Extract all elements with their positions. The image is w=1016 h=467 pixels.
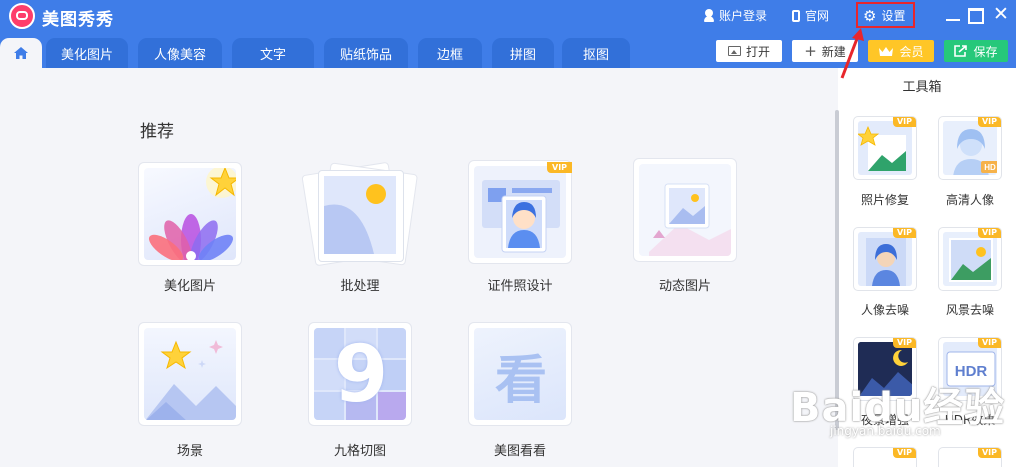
tab-border[interactable]: 边框 (418, 38, 482, 68)
tool-label: 人像去噪 (860, 303, 909, 317)
open-label: 打开 (745, 44, 770, 59)
tab-stickers[interactable]: 贴纸饰品 (324, 38, 408, 68)
open-button[interactable]: 打开 (716, 40, 782, 62)
vip-badge: VIP (892, 338, 916, 348)
portrait-denoise-icon (866, 238, 906, 286)
tool-photo-repair[interactable]: VIP (853, 116, 917, 180)
watermark-url: jingyan.baidu.com (830, 424, 941, 438)
vip-badge: VIP (547, 162, 573, 173)
scene-icon (145, 340, 236, 420)
card-label: 动态图片 (658, 279, 711, 294)
phone-icon (792, 9, 800, 22)
tab-home[interactable] (0, 38, 42, 68)
card-batch[interactable] (301, 161, 418, 267)
vip-badge: VIP (892, 448, 916, 458)
tab-label: 人像美容 (153, 47, 206, 63)
tool-hd-portrait[interactable]: HD VIP (938, 116, 1002, 180)
vip-badge: VIP (892, 228, 916, 238)
tab-label: 抠图 (582, 47, 609, 63)
card-label: 九格切图 (333, 444, 386, 459)
vip-badge: VIP (977, 228, 1001, 238)
animated-image-icon (649, 183, 731, 256)
viewer-glyph: 看 (494, 350, 547, 411)
card-viewer[interactable]: 看 (468, 322, 572, 426)
card-animated[interactable] (633, 158, 737, 262)
tab-portrait[interactable]: 人像美容 (138, 38, 222, 68)
tab-text[interactable]: 文字 (232, 38, 314, 68)
tool-label: 风景去噪 (945, 303, 994, 317)
photo-repair-icon (858, 125, 906, 171)
new-button[interactable]: + 新建 (792, 40, 858, 62)
card-scene[interactable] (138, 322, 242, 426)
plus-icon: + (804, 42, 817, 60)
card-nine-grid[interactable]: 9 (308, 322, 412, 426)
vip-button[interactable]: 会员 (868, 40, 934, 62)
settings-highlight-box (856, 2, 915, 28)
star-icon (209, 168, 236, 197)
new-label: 新建 (821, 44, 846, 59)
hd-portrait-icon: HD (953, 129, 997, 175)
home-icon (14, 47, 28, 59)
tool-label: 高清人像 (945, 193, 994, 207)
vip-badge: VIP (977, 117, 1001, 127)
tool-label: 照片修复 (860, 193, 909, 207)
account-login-label: 账户登录 (719, 9, 768, 23)
save-button[interactable]: 保存 (944, 40, 1008, 62)
landscape-denoise-icon (949, 238, 993, 282)
official-website-link[interactable]: 官网 (792, 7, 829, 24)
tool-landscape-denoise[interactable]: VIP (938, 227, 1002, 291)
hd-badge: HD (984, 163, 996, 172)
photo-stack-icon (324, 176, 396, 254)
vip-badge: VIP (977, 448, 1001, 458)
save-label: 保存 (973, 44, 998, 59)
tab-label: 美化图片 (60, 47, 113, 63)
toolbox-title: 工具箱 (902, 80, 942, 95)
tab-label: 拼图 (509, 47, 536, 63)
tab-label: 边框 (436, 47, 463, 63)
card-id-photo[interactable] (468, 160, 572, 264)
app-logo-icon (9, 3, 35, 29)
tab-cutout[interactable]: 抠图 (562, 38, 630, 68)
tool-portrait-denoise[interactable]: VIP (853, 227, 917, 291)
image-icon (727, 46, 741, 56)
card-label: 美化图片 (163, 279, 216, 294)
tab-label: 贴纸饰品 (339, 47, 392, 63)
vip-badge: VIP (892, 117, 916, 127)
crown-icon (879, 47, 894, 56)
close-icon[interactable]: ✕ (993, 4, 1009, 24)
vip-badge: VIP (977, 338, 1001, 348)
card-label: 场景 (176, 444, 203, 459)
account-login-link[interactable]: 账户登录 (704, 7, 767, 24)
vip-label: 会员 (899, 44, 924, 59)
app-name: 美图秀秀 (42, 10, 114, 30)
tab-label: 文字 (259, 47, 286, 63)
minimize-icon[interactable] (946, 8, 960, 22)
card-label: 批处理 (340, 279, 380, 294)
card-beautify[interactable] (138, 162, 242, 266)
tab-collage[interactable]: 拼图 (492, 38, 554, 68)
id-card-icon (482, 180, 560, 253)
official-website-label: 官网 (805, 9, 830, 23)
maximize-icon[interactable] (968, 8, 984, 24)
tab-beautify[interactable]: 美化图片 (46, 38, 128, 68)
user-icon (704, 9, 714, 22)
card-label: 美图看看 (493, 444, 546, 459)
nine-glyph: 9 (333, 330, 389, 420)
tool-next-2[interactable]: VIP (938, 447, 1002, 467)
card-label: 证件照设计 (487, 279, 553, 294)
export-icon (954, 45, 968, 57)
tool-next-1[interactable]: VIP (853, 447, 917, 467)
main-panel (0, 68, 832, 467)
section-title: 推荐 (140, 122, 174, 142)
